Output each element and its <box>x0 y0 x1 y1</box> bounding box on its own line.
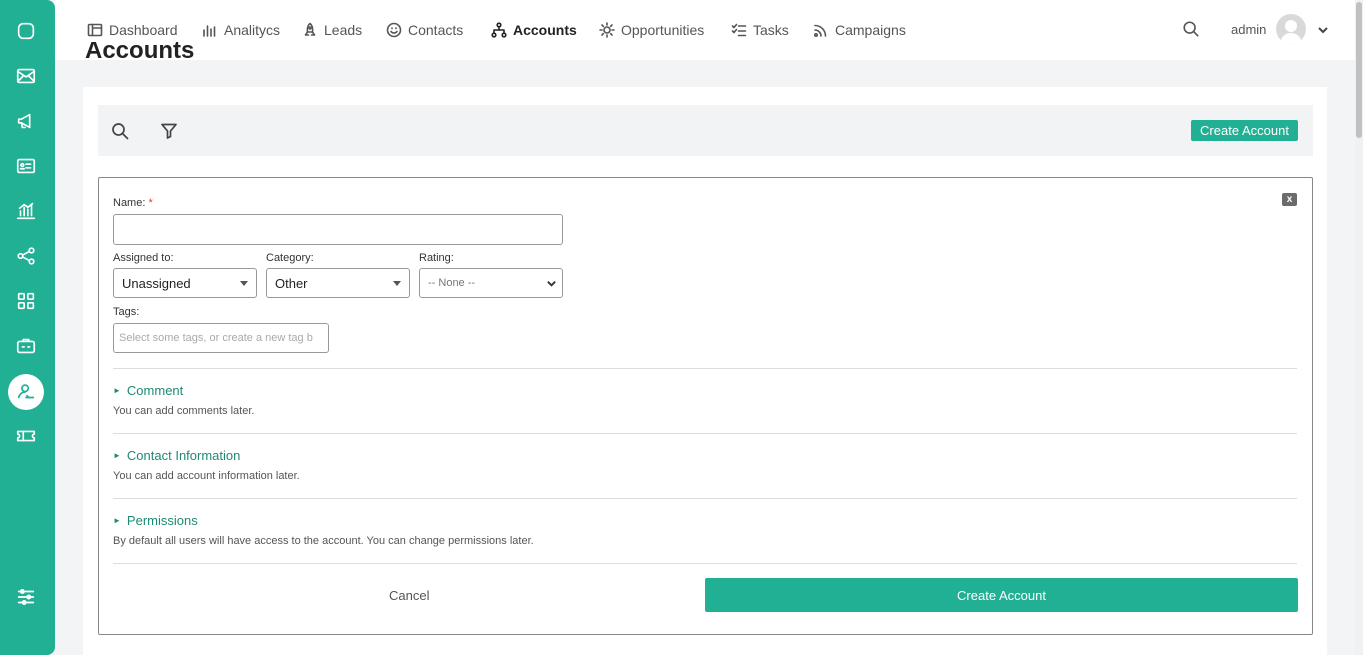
filter-icon[interactable] <box>160 122 178 140</box>
toolbar: Create Account <box>98 105 1313 156</box>
cancel-link[interactable]: Cancel <box>389 588 429 603</box>
section-title: Permissions <box>126 513 198 528</box>
tags-input[interactable]: Select some tags, or create a new tag b <box>113 323 329 353</box>
chevron-down-icon <box>546 278 556 288</box>
bars-icon <box>203 25 216 37</box>
grid-icon[interactable] <box>8 283 44 319</box>
checklist-icon <box>731 23 747 37</box>
create-account-button[interactable]: Create Account <box>1191 120 1298 141</box>
scroll-thumb[interactable] <box>1356 2 1362 138</box>
required-marker: * <box>148 197 153 209</box>
divider <box>113 498 1297 499</box>
mail-icon[interactable] <box>8 58 44 94</box>
megaphone-icon[interactable] <box>8 103 44 139</box>
nav-label: Dashboard <box>109 22 178 38</box>
layout-icon <box>87 23 103 37</box>
assigned-select[interactable]: Unassigned <box>113 268 257 298</box>
nav-analytics[interactable]: Analitycs <box>202 20 280 40</box>
rating-label: Rating: <box>419 252 454 264</box>
category-select[interactable]: Other <box>266 268 410 298</box>
briefcase-icon[interactable] <box>8 328 44 364</box>
dropdown-arrow-icon <box>393 281 401 286</box>
rating-value: -- None -- <box>428 277 476 289</box>
nav-label: Leads <box>324 22 363 38</box>
nav-opportunities[interactable]: Opportunities <box>599 20 704 40</box>
chevron-down-icon[interactable] <box>1317 23 1329 35</box>
submit-create-account-button[interactable]: Create Account <box>705 578 1298 612</box>
tags-label: Tags: <box>113 306 140 318</box>
divider <box>113 563 1297 564</box>
sidebar <box>0 0 55 655</box>
nav-label: Campaigns <box>835 22 906 38</box>
id-card-icon[interactable] <box>8 148 44 184</box>
nav-label: Contacts <box>408 22 464 38</box>
nav-tasks[interactable]: Tasks <box>731 20 789 40</box>
rocket-icon <box>304 22 316 36</box>
assigned-label: Assigned to: <box>113 252 174 264</box>
nav-leads[interactable]: Leads <box>302 20 362 40</box>
dropdown-arrow-icon <box>240 281 248 286</box>
nav-contacts[interactable]: Contacts <box>386 20 463 40</box>
rating-select[interactable]: -- None -- <box>419 268 563 298</box>
chat-icon[interactable] <box>8 13 44 49</box>
section-title: Contact Information <box>126 448 241 463</box>
nav-campaigns[interactable]: Campaigns <box>813 20 906 40</box>
smile-icon <box>386 22 402 38</box>
divider <box>113 433 1297 434</box>
sliders-icon[interactable] <box>8 579 44 615</box>
sun-icon <box>599 22 615 38</box>
comment-section-toggle[interactable]: ► Comment <box>113 383 183 398</box>
rss-icon <box>813 24 827 38</box>
triangle-right-icon: ► <box>113 386 121 395</box>
top-navigation: Dashboard Analitycs Leads Contacts Accou… <box>55 0 1355 60</box>
name-field[interactable] <box>113 214 563 245</box>
bar-chart-icon[interactable] <box>8 193 44 229</box>
triangle-right-icon: ► <box>113 516 121 525</box>
category-label: Category: <box>266 252 314 264</box>
scrollbar[interactable] <box>1355 0 1363 655</box>
section-note: By default all users will have access to… <box>113 535 534 547</box>
triangle-right-icon: ► <box>113 451 121 460</box>
user-sign-icon[interactable] <box>8 374 44 410</box>
content-card: Create Account x Name: * Assigned to: Ca… <box>83 87 1327 655</box>
name-label: Name: * <box>113 197 153 209</box>
category-value: Other <box>275 275 308 291</box>
search-icon[interactable] <box>1182 20 1202 40</box>
share-icon[interactable] <box>8 238 44 274</box>
ticket-icon[interactable] <box>8 418 44 454</box>
section-title: Comment <box>126 383 184 398</box>
nav-label: Accounts <box>513 22 577 38</box>
permissions-section-toggle[interactable]: ► Permissions <box>113 513 198 528</box>
nav-label: Analitycs <box>224 22 281 38</box>
nav-label: Tasks <box>753 22 789 38</box>
assigned-value: Unassigned <box>122 275 191 291</box>
avatar[interactable] <box>1276 14 1306 44</box>
contact-info-section-toggle[interactable]: ► Contact Information <box>113 448 240 463</box>
close-form-button[interactable]: x <box>1282 193 1297 206</box>
hierarchy-icon <box>491 22 507 38</box>
nav-dashboard[interactable]: Dashboard <box>87 20 178 40</box>
section-note: You can add account information later. <box>113 470 300 482</box>
nav-accounts[interactable]: Accounts <box>491 20 577 40</box>
user-name[interactable]: admin <box>1231 22 1266 37</box>
section-note: You can add comments later. <box>113 405 255 417</box>
search-icon[interactable] <box>111 122 129 140</box>
page-title: Accounts <box>85 42 195 60</box>
nav-label: Opportunities <box>621 22 705 38</box>
divider <box>113 368 1297 369</box>
create-account-form: x Name: * Assigned to: Category: Rating:… <box>98 177 1313 635</box>
